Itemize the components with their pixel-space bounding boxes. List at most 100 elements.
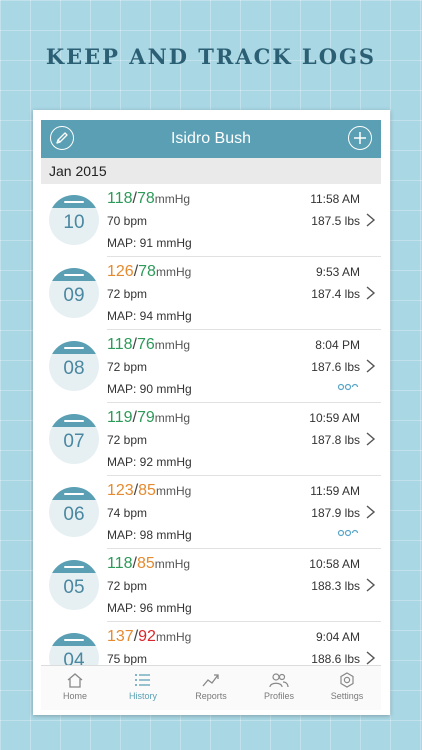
entry-weight: 187.9 lbs — [311, 506, 360, 520]
diastolic-value: 85 — [136, 555, 155, 572]
entry-weight: 188.6 lbs — [311, 652, 360, 665]
home-icon — [67, 673, 83, 688]
plus-icon — [354, 132, 366, 144]
pressure-unit: mmHg — [154, 411, 191, 425]
diastolic-value: 79 — [136, 409, 155, 426]
systolic-value: 118 — [107, 555, 133, 572]
blood-pressure-reading: 126/78mmHg — [107, 263, 191, 281]
chevron-right-icon — [366, 651, 376, 665]
map-value: MAP: 91 mmHg — [107, 236, 192, 250]
blood-pressure-reading: 118/78mmHg — [107, 190, 190, 208]
pulse-value: 72 bpm — [107, 287, 148, 301]
blood-pressure-reading: 118/76mmHg — [107, 336, 190, 354]
tab-label: Home — [62, 691, 87, 701]
tab-label: History — [128, 691, 157, 701]
calendar-day-icon: 04 — [49, 633, 99, 665]
headline: KEEP AND TRACK LOGS — [45, 44, 377, 69]
calendar-day-icon: 08 — [49, 341, 99, 391]
calendar-day-icon: 10 — [49, 195, 99, 245]
entry-weight: 187.5 lbs — [311, 214, 360, 228]
history-list[interactable]: 10 118/78mmHg 70 bpm MAP: 91 mmHg 11:58 … — [41, 184, 381, 665]
pressure-unit: mmHg — [155, 630, 192, 644]
history-entry-row[interactable]: 04 137/92mmHg 75 bpm 9:04 AM 188.6 lbs — [41, 622, 381, 665]
note-indicator-icon — [337, 383, 359, 391]
app-screen: Isidro Bush Jan 2015 10 118/78mmHg 70 bp… — [41, 120, 381, 710]
entry-day: 10 — [63, 212, 85, 233]
app-screenshot-frame: Isidro Bush Jan 2015 10 118/78mmHg 70 bp… — [33, 110, 390, 715]
tab-reports[interactable]: Reports — [177, 666, 245, 710]
profile-name: Isidro Bush — [170, 130, 252, 147]
chevron-right-icon — [366, 213, 376, 227]
pressure-unit: mmHg — [155, 484, 192, 498]
history-entry-row[interactable]: 09 126/78mmHg 72 bpm MAP: 94 mmHg 9:53 A… — [41, 257, 381, 330]
entry-day: 07 — [63, 431, 85, 452]
gear-icon — [340, 672, 354, 688]
calendar-day-icon: 09 — [49, 268, 99, 318]
trend-icon — [202, 674, 219, 687]
tab-settings[interactable]: Settings — [313, 666, 381, 710]
entry-day: 05 — [63, 577, 85, 598]
history-entry-row[interactable]: 10 118/78mmHg 70 bpm MAP: 91 mmHg 11:58 … — [41, 184, 381, 257]
people-icon — [269, 673, 289, 688]
pulse-value: 75 bpm — [107, 652, 148, 665]
blood-pressure-reading: 118/85mmHg — [107, 555, 190, 573]
entry-time: 9:53 AM — [315, 265, 360, 279]
systolic-value: 126 — [107, 263, 134, 280]
top-bar: Isidro Bush — [41, 120, 381, 158]
pressure-unit: mmHg — [154, 338, 191, 352]
chevron-right-icon — [366, 286, 376, 300]
blood-pressure-reading: 123/85mmHg — [107, 482, 191, 500]
tab-home[interactable]: Home — [41, 666, 109, 710]
blood-pressure-reading: 137/92mmHg — [107, 628, 191, 646]
tab-profiles[interactable]: Profiles — [245, 666, 313, 710]
systolic-value: 118 — [107, 190, 133, 207]
pulse-value: 72 bpm — [107, 360, 148, 374]
blood-pressure-reading: 119/79mmHg — [107, 409, 190, 427]
tab-label: Settings — [330, 691, 364, 701]
chevron-right-icon — [366, 505, 376, 519]
entry-time: 10:59 AM — [309, 411, 360, 425]
tab-bar: Home History Reports Profiles Settings — [41, 665, 381, 710]
systolic-value: 118 — [107, 336, 133, 353]
diastolic-value: 92 — [138, 628, 156, 645]
history-entry-row[interactable]: 06 123/85mmHg 74 bpm MAP: 98 mmHg 11:59 … — [41, 476, 381, 549]
tab-label: Profiles — [263, 691, 294, 701]
systolic-value: 137 — [107, 628, 134, 645]
map-value: MAP: 98 mmHg — [107, 528, 192, 542]
tab-label: Reports — [195, 691, 227, 701]
diastolic-value: 78 — [136, 190, 155, 207]
chevron-right-icon — [366, 578, 376, 592]
history-entry-row[interactable]: 05 118/85mmHg 72 bpm MAP: 96 mmHg 10:58 … — [41, 549, 381, 622]
entry-weight: 188.3 lbs — [311, 579, 360, 593]
entry-time: 8:04 PM — [315, 338, 360, 352]
tab-history[interactable]: History — [109, 666, 177, 710]
pressure-unit: mmHg — [154, 557, 191, 571]
edit-button[interactable] — [50, 126, 74, 150]
entry-time: 9:04 AM — [315, 630, 360, 644]
calendar-day-icon: 05 — [49, 560, 99, 610]
chevron-right-icon — [366, 432, 376, 446]
calendar-day-icon: 07 — [49, 414, 99, 464]
map-value: MAP: 90 mmHg — [107, 382, 192, 396]
history-entry-row[interactable]: 08 118/76mmHg 72 bpm MAP: 90 mmHg 8:04 P… — [41, 330, 381, 403]
systolic-value: 123 — [107, 482, 134, 499]
history-entry-row[interactable]: 07 119/79mmHg 72 bpm MAP: 92 mmHg 10:59 … — [41, 403, 381, 476]
pulse-value: 70 bpm — [107, 214, 148, 228]
pulse-value: 72 bpm — [107, 433, 148, 447]
add-entry-button[interactable] — [348, 126, 372, 150]
entry-day: 06 — [63, 504, 85, 525]
entry-day: 09 — [63, 285, 85, 306]
systolic-value: 119 — [107, 409, 133, 426]
entry-weight: 187.8 lbs — [311, 433, 360, 447]
map-value: MAP: 96 mmHg — [107, 601, 192, 615]
calendar-day-icon: 06 — [49, 487, 99, 537]
pulse-value: 72 bpm — [107, 579, 148, 593]
pulse-value: 74 bpm — [107, 506, 148, 520]
diastolic-value: 78 — [138, 263, 156, 280]
entry-weight: 187.4 lbs — [311, 287, 360, 301]
pressure-unit: mmHg — [155, 265, 192, 279]
map-value: MAP: 92 mmHg — [107, 455, 192, 469]
entry-day: 04 — [63, 650, 85, 665]
entry-time: 11:58 AM — [310, 192, 360, 206]
chevron-right-icon — [366, 359, 376, 373]
